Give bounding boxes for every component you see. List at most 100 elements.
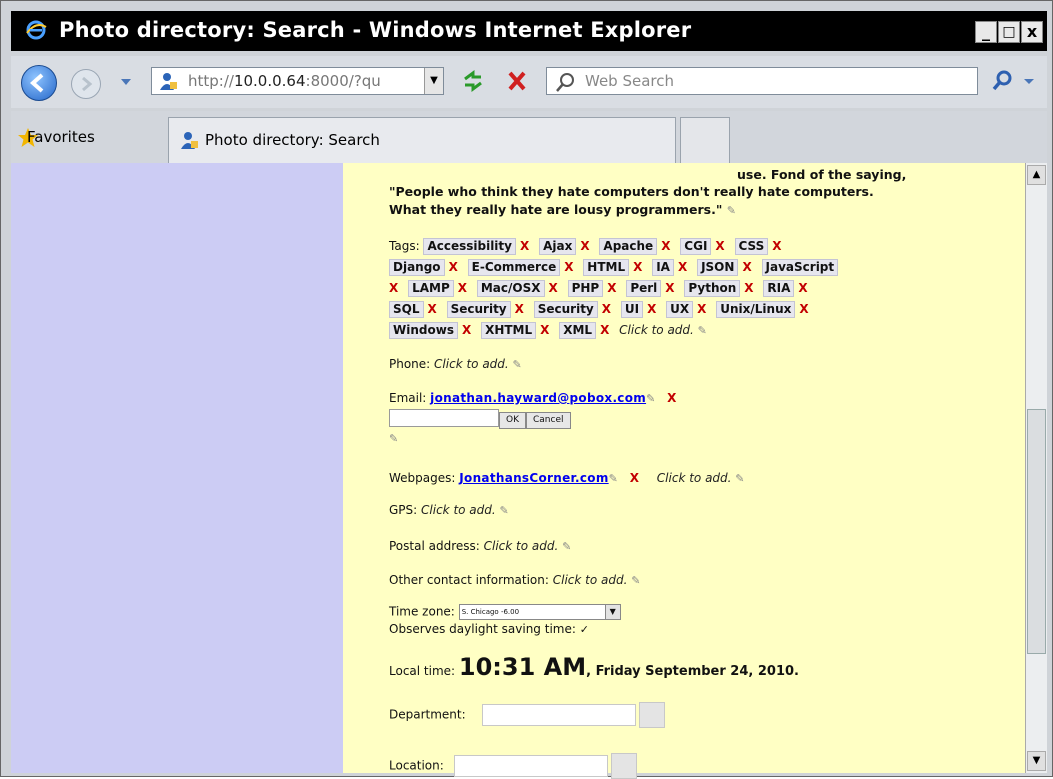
delete-tag-icon[interactable]: X <box>633 260 642 274</box>
dst-checkmark-icon[interactable]: ✓ <box>580 623 589 636</box>
delete-tag-icon[interactable]: X <box>772 239 781 253</box>
stop-button[interactable] <box>501 67 533 95</box>
delete-tag-icon[interactable]: X <box>715 239 724 253</box>
tag-item[interactable]: IA <box>652 259 674 276</box>
tag-item[interactable]: Apache <box>599 238 658 255</box>
scroll-down-button[interactable]: ▼ <box>1027 751 1046 771</box>
edit-pencil-icon[interactable]: ✎ <box>513 358 522 371</box>
tag-item[interactable]: RIA <box>763 280 795 297</box>
delete-email-icon[interactable]: X <box>667 391 676 405</box>
tag-item[interactable]: Windows <box>389 322 458 339</box>
tag-item[interactable]: Django <box>389 259 445 276</box>
edit-pencil-icon[interactable]: ✎ <box>389 432 398 445</box>
delete-tag-icon[interactable]: X <box>564 260 573 274</box>
delete-tag-icon[interactable]: X <box>744 281 753 295</box>
delete-tag-icon[interactable]: X <box>607 281 616 295</box>
scroll-up-button[interactable]: ▲ <box>1027 165 1046 185</box>
edit-pencil-icon[interactable]: ✎ <box>562 540 571 553</box>
edit-pencil-icon[interactable]: ✎ <box>735 472 744 485</box>
minimize-button[interactable]: _ <box>975 21 997 43</box>
edit-pencil-icon[interactable]: ✎ <box>698 324 707 337</box>
delete-tag-icon[interactable]: X <box>449 260 458 274</box>
search-go-button[interactable] <box>989 67 1017 95</box>
ok-button[interactable]: OK <box>499 411 526 429</box>
tag-item[interactable]: JSON <box>697 259 739 276</box>
edit-pencil-icon[interactable]: ✎ <box>727 204 736 217</box>
edit-pencil-icon[interactable]: ✎ <box>631 574 640 587</box>
add-webpage-link[interactable]: Click to add. <box>657 471 732 485</box>
delete-tag-icon[interactable]: X <box>515 302 524 316</box>
forward-button[interactable] <box>71 69 101 99</box>
location-input[interactable] <box>453 755 608 777</box>
delete-tag-icon[interactable]: X <box>661 239 670 253</box>
add-phone-link[interactable]: Click to add. <box>434 357 509 371</box>
address-bar[interactable]: http://10.0.0.64:8000/?qu ▼ <box>151 67 444 95</box>
tag-item[interactable]: JavaScript <box>761 259 839 276</box>
tag-item[interactable]: LAMP <box>408 280 454 297</box>
tag-item[interactable]: CGI <box>680 238 712 255</box>
department-button[interactable] <box>639 702 666 728</box>
refresh-button[interactable] <box>457 67 489 95</box>
delete-tag-icon[interactable]: X <box>742 260 751 274</box>
tag-item[interactable]: Security <box>446 301 511 318</box>
tag-item[interactable]: Mac/OSX <box>476 280 545 297</box>
delete-tag-icon[interactable]: X <box>462 323 471 337</box>
close-button[interactable]: x <box>1021 21 1043 43</box>
tag-item[interactable]: XHTML <box>481 322 537 339</box>
delete-tag-icon[interactable]: X <box>799 302 808 316</box>
tab-photo-directory[interactable]: Photo directory: Search <box>168 117 676 163</box>
maximize-button[interactable]: □ <box>998 21 1020 43</box>
new-tab-button[interactable] <box>680 117 730 163</box>
delete-tag-icon[interactable]: X <box>428 302 437 316</box>
tag-item[interactable]: Python <box>684 280 741 297</box>
delete-webpage-icon[interactable]: X <box>630 471 639 485</box>
department-input[interactable] <box>481 704 636 726</box>
timezone-select[interactable]: S. Chicago -6.00 ▼ <box>458 604 621 620</box>
tag-item[interactable]: Accessibility <box>423 238 516 255</box>
tag-item[interactable]: CSS <box>734 238 769 255</box>
tag-item[interactable]: PHP <box>567 280 604 297</box>
address-dropdown-button[interactable]: ▼ <box>424 68 443 94</box>
delete-tag-icon[interactable]: X <box>600 323 609 337</box>
add-other-contact-link[interactable]: Click to add. <box>553 573 628 587</box>
delete-tag-icon[interactable]: X <box>602 302 611 316</box>
delete-tag-icon[interactable]: X <box>580 239 589 253</box>
favorites-button[interactable]: Favorites <box>27 128 95 146</box>
email-edit-input[interactable] <box>389 409 499 427</box>
tag-item[interactable]: SQL <box>389 301 424 318</box>
tag-item[interactable]: XML <box>559 322 597 339</box>
webpage-link[interactable]: JonathansCorner.com <box>459 471 608 485</box>
search-options-button[interactable] <box>1019 67 1039 95</box>
delete-tag-icon[interactable]: X <box>798 281 807 295</box>
tag-item[interactable]: Security <box>533 301 598 318</box>
cancel-button[interactable]: Cancel <box>526 411 571 429</box>
tag-item[interactable]: UI <box>620 301 644 318</box>
tag-item[interactable]: UX <box>666 301 694 318</box>
delete-tag-icon[interactable]: X <box>665 281 674 295</box>
tag-item[interactable]: E-Commerce <box>467 259 561 276</box>
delete-tag-icon[interactable]: X <box>520 239 529 253</box>
vertical-scrollbar[interactable]: ▲ ▼ <box>1025 163 1047 773</box>
delete-tag-icon[interactable]: X <box>647 302 656 316</box>
edit-pencil-icon[interactable]: ✎ <box>646 392 655 405</box>
history-dropdown-icon[interactable] <box>120 77 132 87</box>
add-gps-link[interactable]: Click to add. <box>421 503 496 517</box>
email-link[interactable]: jonathan.hayward@pobox.com <box>430 391 646 405</box>
back-button[interactable] <box>21 65 57 101</box>
delete-tag-icon[interactable]: X <box>540 323 549 337</box>
tag-item[interactable]: Ajax <box>539 238 577 255</box>
delete-tag-icon[interactable]: X <box>389 281 398 295</box>
tag-item[interactable]: Unix/Linux <box>716 301 796 318</box>
add-tag-link[interactable]: Click to add. <box>619 323 694 337</box>
delete-tag-icon[interactable]: X <box>678 260 687 274</box>
delete-tag-icon[interactable]: X <box>549 281 558 295</box>
tag-item[interactable]: Perl <box>626 280 662 297</box>
location-button[interactable] <box>611 753 638 779</box>
add-postal-link[interactable]: Click to add. <box>484 539 559 553</box>
edit-pencil-icon[interactable]: ✎ <box>500 504 509 517</box>
edit-pencil-icon[interactable]: ✎ <box>609 472 618 485</box>
scroll-thumb[interactable] <box>1027 409 1046 654</box>
search-input[interactable]: Web Search <box>546 67 978 95</box>
tag-item[interactable]: HTML <box>583 259 630 276</box>
delete-tag-icon[interactable]: X <box>458 281 467 295</box>
